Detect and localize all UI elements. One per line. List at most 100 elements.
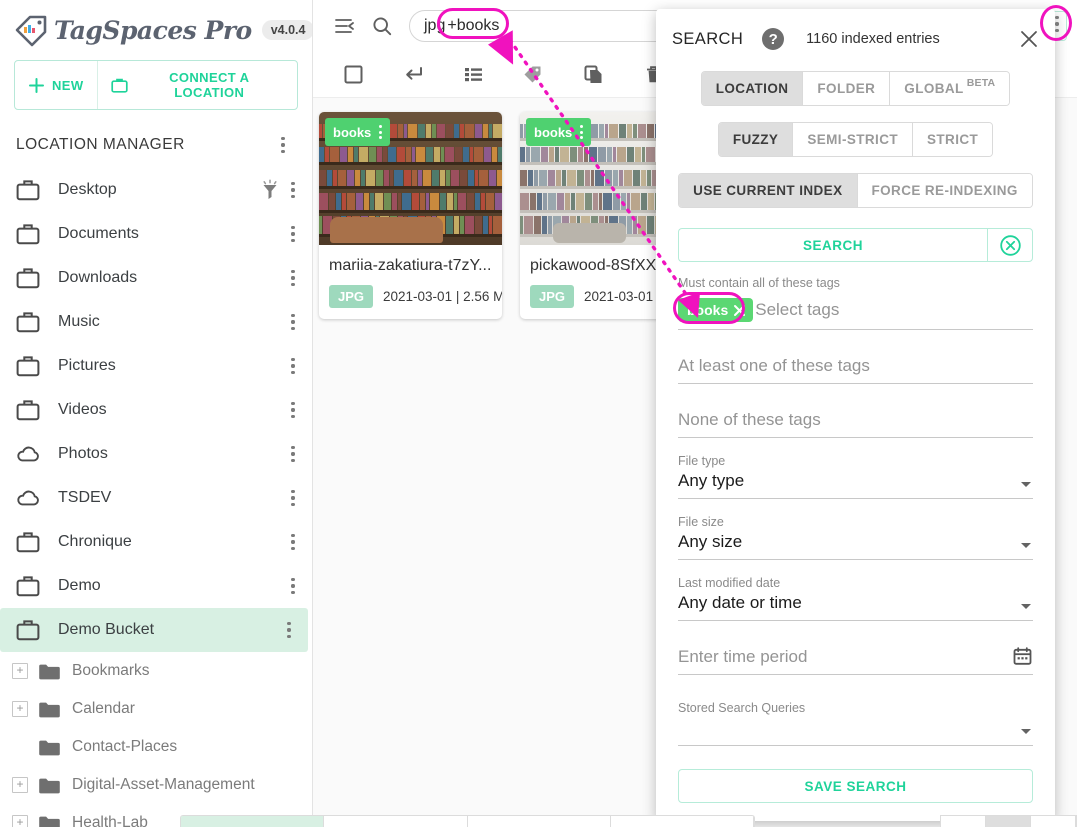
selected-tag-chip[interactable]: books [678, 298, 754, 322]
scope-option-global[interactable]: GLOBAL BETA [889, 72, 1010, 105]
location-manager-menu-button[interactable] [272, 134, 294, 156]
sidebar-location-item[interactable]: Photos [0, 432, 312, 476]
sidebar-folder-item[interactable]: + Digital-Asset-Management [0, 766, 312, 804]
sidebar-folder-item[interactable]: + Bookmarks [0, 652, 312, 690]
toggle-label: FORCE RE-INDEXING [871, 183, 1018, 198]
close-icon[interactable] [1017, 27, 1041, 51]
stored-queries-field[interactable]: Stored Search Queries [678, 675, 1033, 746]
bottom-tab-bar[interactable] [180, 815, 755, 827]
tag-menu-button[interactable] [574, 121, 588, 143]
bottom-tab[interactable] [1031, 816, 1076, 827]
row-trailing [260, 179, 304, 201]
index-option-force-re-indexing[interactable]: FORCE RE-INDEXING [856, 174, 1032, 207]
remove-tag-icon[interactable] [732, 303, 747, 318]
row-menu-button[interactable] [282, 355, 304, 377]
file-card[interactable]: books mariia-zakatiura-t7zY... JPG 2021-03-… [319, 112, 502, 319]
sidebar-location-item[interactable]: Pictures [0, 344, 312, 388]
select-all-icon[interactable] [339, 61, 367, 89]
chevron-down-icon[interactable] [1021, 604, 1031, 609]
bottom-tab[interactable] [324, 816, 468, 827]
sidebar-folder-label: Digital-Asset-Management [72, 776, 255, 793]
copy-icon[interactable] [579, 61, 607, 89]
sidebar-location-label: TSDEV [58, 489, 112, 506]
tag-icon[interactable] [519, 61, 547, 89]
sidebar-location-item[interactable]: Demo Bucket [0, 608, 308, 652]
sidebar-location-item[interactable]: Videos [0, 388, 312, 432]
search-button[interactable]: SEARCH [678, 228, 987, 262]
sidebar-location-label: Downloads [58, 269, 138, 286]
row-trailing [278, 619, 300, 641]
sidebar-location-item[interactable]: TSDEV [0, 476, 312, 520]
chevron-down-icon[interactable] [1021, 543, 1031, 548]
strictness-option-semi-strict[interactable]: SEMI-STRICT [792, 123, 912, 156]
sidebar-folder-item[interactable]: + Calendar [0, 690, 312, 728]
file-tag-chip[interactable]: books [325, 118, 391, 146]
bottom-tab[interactable] [468, 816, 611, 827]
row-menu-button[interactable] [282, 399, 304, 421]
sidebar-location-item[interactable]: Demo [0, 564, 312, 608]
sidebar-location-item[interactable]: Desktop [0, 168, 312, 212]
help-icon[interactable]: ? [762, 28, 785, 50]
connect-location-button[interactable]: CONNECT A LOCATION [96, 61, 297, 109]
file-size-field[interactable]: File size Any size [678, 499, 1033, 560]
go-back-icon[interactable] [399, 61, 427, 89]
must-contain-tag-selector[interactable]: books Select tags [673, 292, 1033, 324]
sidebar-location-item[interactable]: Downloads [0, 256, 312, 300]
sidebar-folder-label: Contact-Places [72, 738, 178, 755]
tag-menu-button[interactable] [373, 121, 387, 143]
scope-option-location[interactable]: LOCATION [701, 72, 803, 105]
row-menu-button[interactable] [282, 575, 304, 597]
chevron-down-icon[interactable] [1021, 729, 1031, 734]
sidebar-folder-item[interactable]: +Contact-Places [0, 728, 312, 766]
sidebar-folder-label: Bookmarks [72, 662, 150, 679]
row-menu-button[interactable] [282, 179, 304, 201]
row-trailing [282, 487, 304, 509]
row-menu-button[interactable] [282, 223, 304, 245]
row-menu-button[interactable] [282, 267, 304, 289]
bottom-tab[interactable] [181, 816, 325, 827]
row-menu-button[interactable] [278, 619, 300, 641]
scope-toggle-wrap: LOCATION FOLDER GLOBAL BETA [656, 71, 1055, 106]
index-option-use-current-index[interactable]: USE CURRENT INDEX [679, 174, 857, 207]
row-trailing [282, 575, 304, 597]
at-least-one-tags-field[interactable]: At least one of these tags [678, 330, 1033, 384]
strictness-toggle-group: FUZZY SEMI-STRICT STRICT [717, 122, 994, 157]
time-period-field[interactable]: Enter time period [678, 621, 1033, 675]
save-search-button[interactable]: SAVE SEARCH [678, 769, 1033, 803]
sidebar-location-label: Desktop [58, 181, 117, 198]
row-menu-button[interactable] [282, 487, 304, 509]
row-menu-button[interactable] [282, 531, 304, 553]
expand-folder-icon[interactable]: + [12, 701, 28, 717]
bottom-tab[interactable] [611, 816, 754, 827]
bottom-right-tab-bar[interactable] [940, 815, 1077, 827]
strictness-option-strict[interactable]: STRICT [912, 123, 993, 156]
search-icon[interactable] [365, 9, 399, 43]
bottom-tab[interactable] [986, 816, 1031, 827]
clear-search-icon[interactable] [987, 228, 1033, 262]
scope-option-folder[interactable]: FOLDER [802, 72, 890, 105]
app-menu-button[interactable] [1046, 13, 1068, 35]
row-trailing [282, 531, 304, 553]
last-modified-field[interactable]: Last modified date Any date or time [678, 560, 1033, 621]
row-menu-button[interactable] [282, 311, 304, 333]
file-tag-chip[interactable]: books [526, 118, 592, 146]
highlight-filter-icon[interactable] [260, 179, 280, 201]
must-contain-tags-field[interactable]: Must contain all of these tags books Sel… [673, 262, 1033, 330]
expand-folder-icon[interactable]: + [12, 815, 28, 827]
list-view-icon[interactable] [459, 61, 487, 89]
none-of-tags-field[interactable]: None of these tags [678, 384, 1033, 438]
bottom-tab[interactable] [941, 816, 986, 827]
sidebar-location-item[interactable]: Chronique [0, 520, 312, 564]
expand-folder-icon[interactable]: + [12, 777, 28, 793]
new-button[interactable]: NEW [15, 61, 97, 109]
calendar-icon[interactable] [1012, 646, 1033, 667]
strictness-option-fuzzy[interactable]: FUZZY [718, 123, 793, 156]
row-menu-button[interactable] [282, 443, 304, 465]
sidebar-location-item[interactable]: Documents [0, 212, 312, 256]
expand-folder-icon[interactable]: + [12, 663, 28, 679]
file-type-field[interactable]: File type Any type [678, 438, 1033, 499]
sidebar-location-item[interactable]: Music [0, 300, 312, 344]
menu-collapse-icon[interactable] [327, 9, 361, 43]
toggle-label: GLOBAL [904, 81, 964, 96]
chevron-down-icon[interactable] [1021, 482, 1031, 487]
